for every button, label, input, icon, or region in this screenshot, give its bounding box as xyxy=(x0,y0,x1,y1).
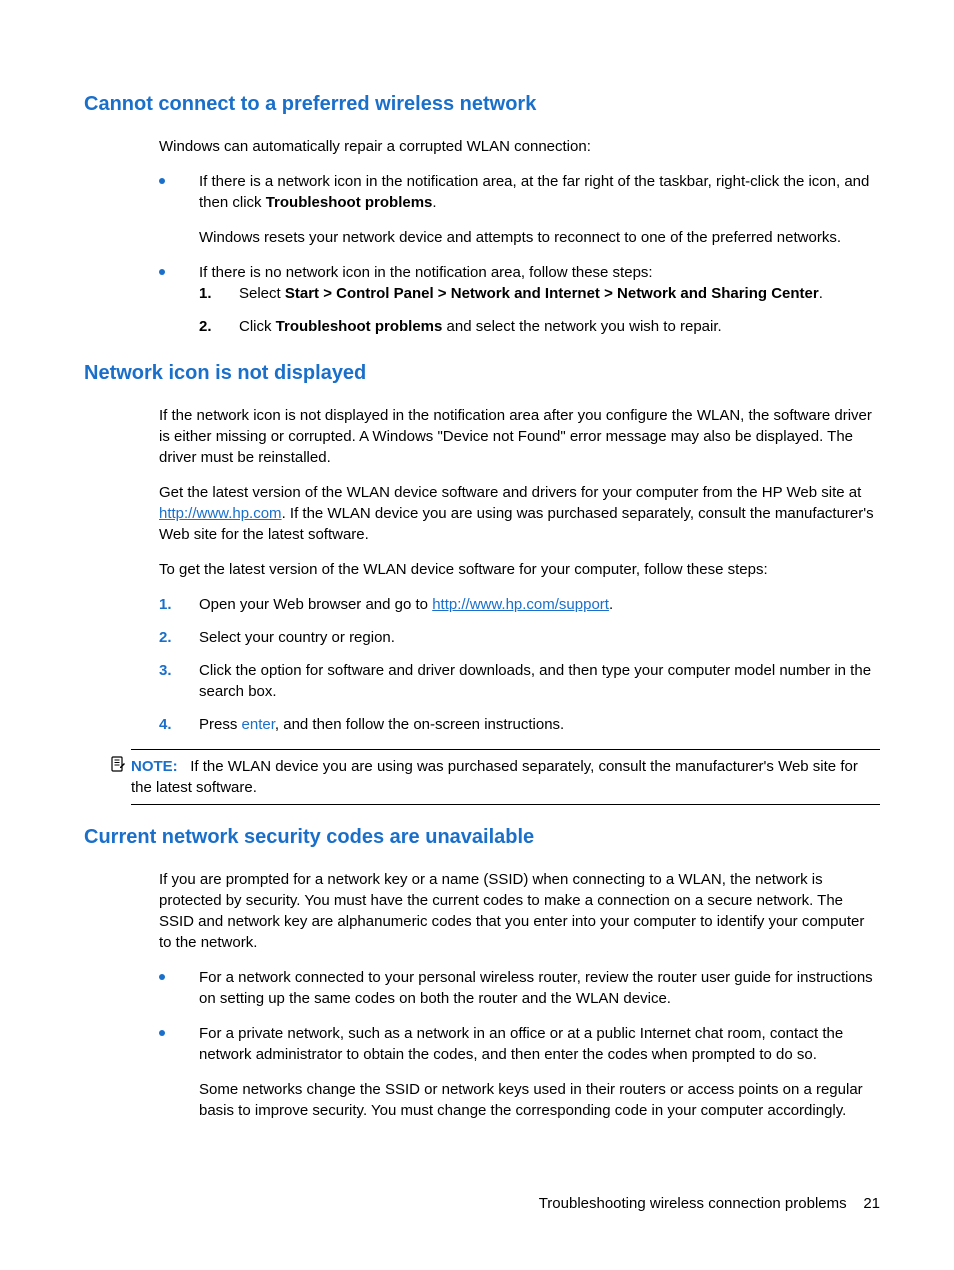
step4-a: Press xyxy=(199,716,242,733)
heading-cannot-connect: Cannot connect to a preferred wireless n… xyxy=(84,90,880,118)
list-item: Click the option for software and driver… xyxy=(159,660,880,702)
period: . xyxy=(819,285,823,302)
key-enter: enter xyxy=(242,716,275,733)
list-item: Select your country or region. xyxy=(159,627,880,648)
page-footer: Troubleshooting wireless connection prob… xyxy=(539,1193,880,1214)
section2-p3: To get the latest version of the WLAN de… xyxy=(159,559,880,580)
bullet2-sub: Some networks change the SSID or network… xyxy=(199,1079,880,1121)
step2-a: Click xyxy=(239,318,276,335)
note-label: NOTE: xyxy=(131,758,178,775)
list-item: For a network connected to your personal… xyxy=(159,967,880,1009)
step1-a: Open your Web browser and go to xyxy=(199,596,432,613)
section2-p1: If the network icon is not displayed in … xyxy=(159,405,880,468)
list-item: If there is a network icon in the notifi… xyxy=(159,171,880,248)
section1-steps: Select Start > Control Panel > Network a… xyxy=(199,283,880,337)
note-text: If the WLAN device you are using was pur… xyxy=(131,758,858,796)
period: . xyxy=(432,194,436,211)
p2-a: Get the latest version of the WLAN devic… xyxy=(159,484,861,501)
section2-steps: Open your Web browser and go to http://w… xyxy=(159,594,880,735)
heading-network-icon: Network icon is not displayed xyxy=(84,359,880,387)
bullet1-sub: Windows resets your network device and a… xyxy=(199,227,880,248)
bullet2-text: For a private network, such as a network… xyxy=(199,1025,843,1063)
section3-p1: If you are prompted for a network key or… xyxy=(159,869,880,953)
period: . xyxy=(609,596,613,613)
step1-bold: Start > Control Panel > Network and Inte… xyxy=(285,285,819,302)
section2-p2: Get the latest version of the WLAN devic… xyxy=(159,482,880,545)
list-item: Click Troubleshoot problems and select t… xyxy=(199,316,880,337)
section1-list: If there is a network icon in the notifi… xyxy=(159,171,880,337)
note-icon xyxy=(110,756,126,772)
section1-body: Windows can automatically repair a corru… xyxy=(159,136,880,337)
section1-intro: Windows can automatically repair a corru… xyxy=(159,136,880,157)
section3-list: For a network connected to your personal… xyxy=(159,967,880,1121)
document-page: Cannot connect to a preferred wireless n… xyxy=(0,0,954,1270)
page-number: 21 xyxy=(863,1195,880,1212)
note-block: NOTE: If the WLAN device you are using w… xyxy=(131,749,880,805)
section3-body: If you are prompted for a network key or… xyxy=(159,869,880,1121)
list-item: For a private network, such as a network… xyxy=(159,1023,880,1121)
link-hp-com[interactable]: http://www.hp.com xyxy=(159,505,282,522)
step1-a: Select xyxy=(239,285,285,302)
footer-title: Troubleshooting wireless connection prob… xyxy=(539,1195,847,1212)
list-item: Press enter, and then follow the on-scre… xyxy=(159,714,880,735)
list-item: Select Start > Control Panel > Network a… xyxy=(199,283,880,304)
step4-b: , and then follow the on-screen instruct… xyxy=(275,716,564,733)
step2-bold: Troubleshoot problems xyxy=(276,318,443,335)
heading-security-codes: Current network security codes are unava… xyxy=(84,823,880,851)
section2-body: If the network icon is not displayed in … xyxy=(159,405,880,735)
bullet1-bold: Troubleshoot problems xyxy=(266,194,433,211)
list-item: Open your Web browser and go to http://w… xyxy=(159,594,880,615)
list-item: If there is no network icon in the notif… xyxy=(159,262,880,337)
step2-b: and select the network you wish to repai… xyxy=(442,318,721,335)
bullet2-text: If there is no network icon in the notif… xyxy=(199,264,653,281)
link-hp-support[interactable]: http://www.hp.com/support xyxy=(432,596,609,613)
